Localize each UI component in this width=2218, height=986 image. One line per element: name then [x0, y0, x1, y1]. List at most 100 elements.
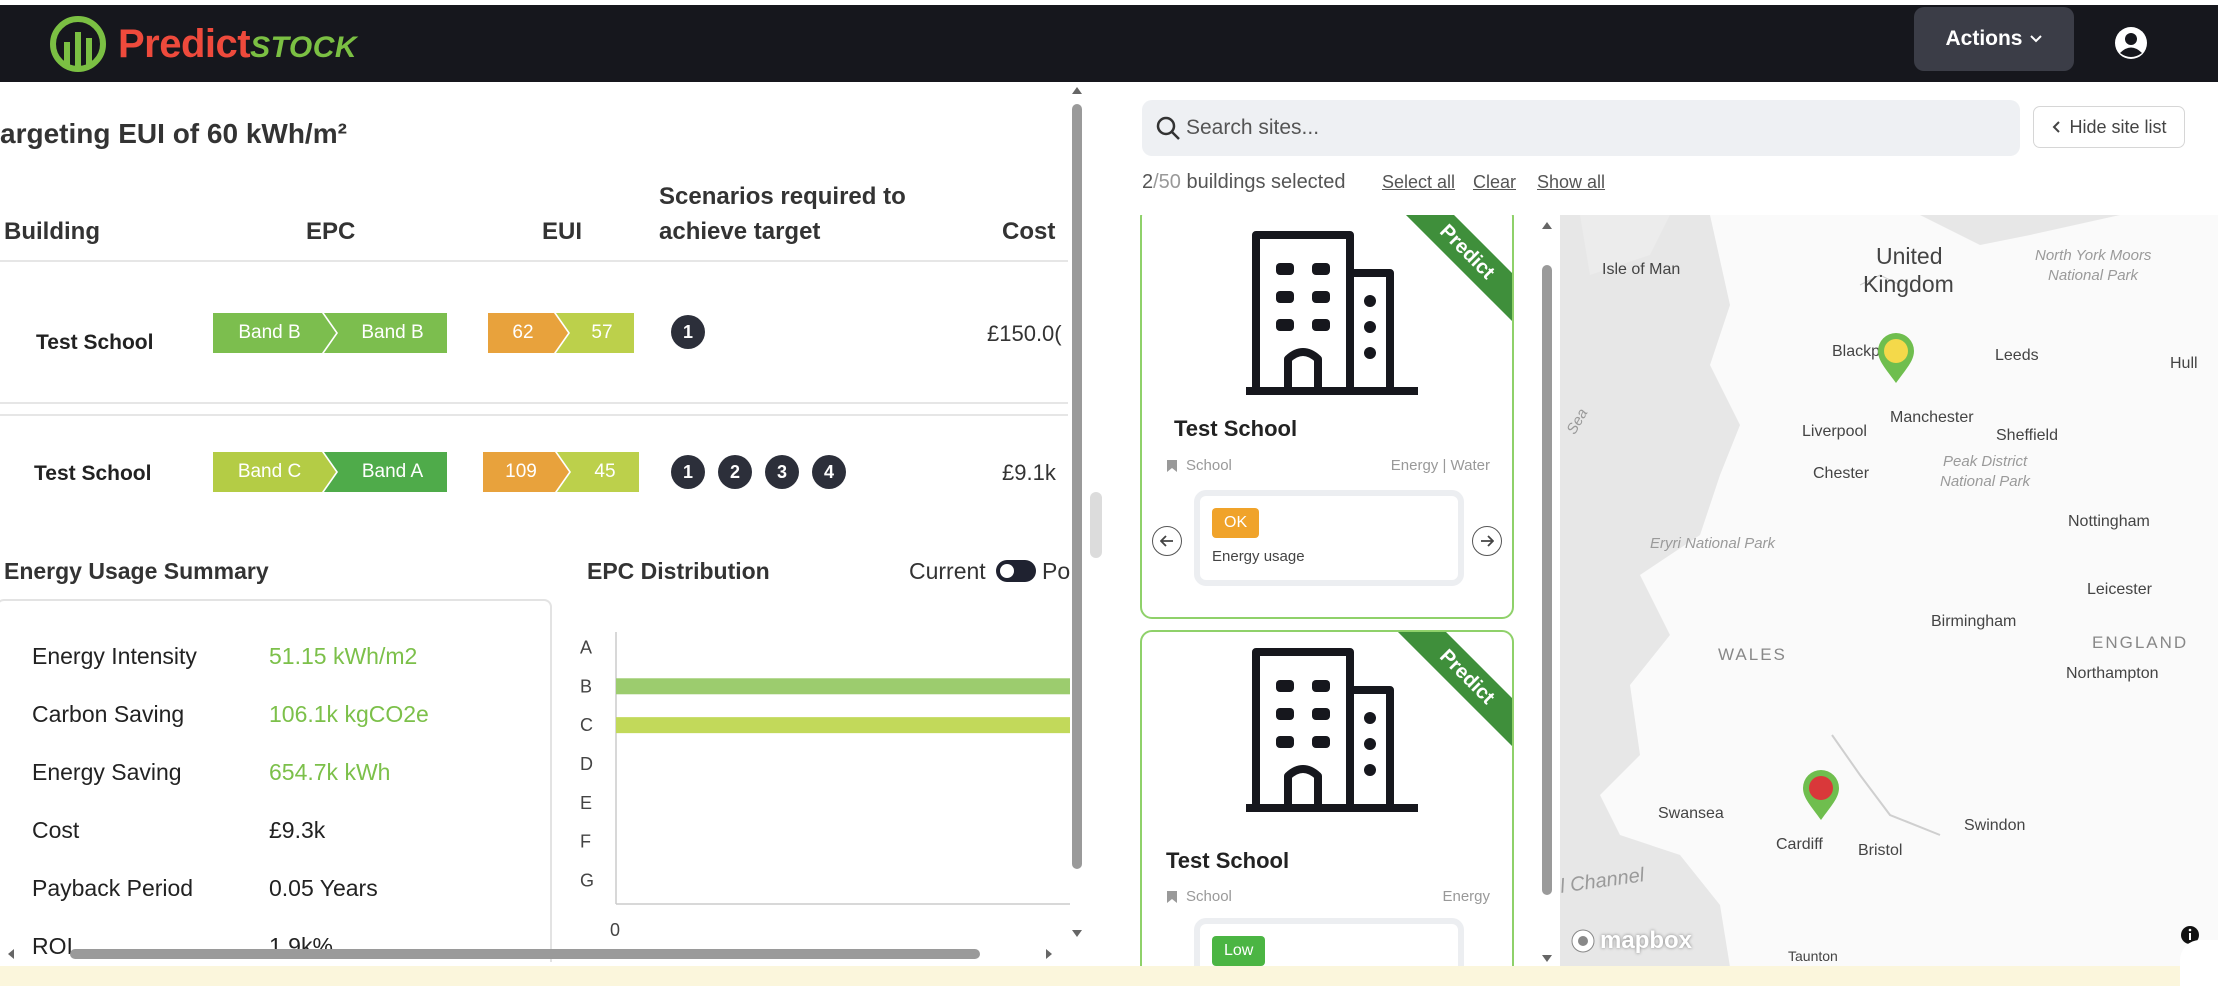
map-label: Swansea: [1658, 805, 1724, 822]
chevron-down-icon: [2029, 35, 2042, 43]
site-search[interactable]: [1142, 100, 2020, 156]
panel-resize-handle[interactable]: [1090, 492, 1102, 558]
map-label: Liverpool: [1802, 423, 1867, 440]
scenario-badge[interactable]: 2: [718, 455, 752, 489]
row1-eui-from: 62: [488, 313, 568, 353]
selection-count: 2/50 buildings selected: [1142, 171, 1346, 193]
card-next-button[interactable]: [1472, 526, 1502, 556]
map-label: Leeds: [1995, 347, 2039, 364]
target-panel: argeting EUI of 60 kWh/m² Building EPC E…: [0, 82, 1072, 962]
map-label: Isle of Man: [1602, 261, 1681, 278]
row2-epc-from: Band C: [213, 452, 336, 492]
arrow-left-icon: [1160, 535, 1173, 547]
map-label: Northampton: [2066, 665, 2159, 682]
row2-epc-to: Band A: [324, 452, 447, 492]
select-all-link[interactable]: Select all: [1382, 172, 1455, 193]
map-label: Bristol: [1858, 842, 1903, 859]
hide-site-list-label: Hide site list: [2069, 116, 2167, 137]
summary-value: 0.05 Years: [269, 875, 378, 901]
col-eui[interactable]: EUI: [542, 218, 582, 246]
scenario-badge[interactable]: 1: [671, 455, 705, 489]
actions-dropdown-button[interactable]: Actions: [1914, 7, 2074, 71]
map-label: Birmingham: [1931, 613, 2017, 630]
current-potential-toggle[interactable]: [996, 560, 1036, 582]
distribution-title: EPC Distribution: [587, 558, 770, 584]
site-card[interactable]: Predict Test School School Energy Low: [1140, 630, 1514, 970]
chart-category-label: G: [580, 871, 594, 891]
help-widget[interactable]: [2180, 940, 2218, 986]
map-label: Sheffield: [1996, 427, 2058, 444]
arrow-right-icon: [1481, 535, 1494, 547]
row1-building-name[interactable]: Test School: [36, 331, 153, 355]
site-list-scrollbar[interactable]: [1538, 215, 1556, 970]
col-scenarios-line2[interactable]: achieve target: [659, 218, 820, 246]
card-title: Test School: [1174, 416, 1298, 441]
site-card-list: Predict Test School School Energy | Wate…: [1120, 215, 1560, 970]
site-map[interactable]: Isle of Man United Kingdom North York Mo…: [1560, 215, 2218, 967]
chart-category-label: C: [580, 715, 593, 735]
map-label: WALES: [1718, 645, 1787, 664]
status-panel: Low: [1194, 918, 1464, 970]
clear-link[interactable]: Clear: [1473, 172, 1516, 193]
map-label: Swindon: [1964, 817, 2026, 834]
chart-bar-c[interactable]: [616, 717, 1070, 734]
map-label: Cardiff: [1776, 836, 1823, 853]
scenario-badge[interactable]: 3: [765, 455, 799, 489]
scenario-badge[interactable]: 4: [812, 455, 846, 489]
bookmark-icon: [1167, 459, 1177, 472]
chart-category-label: A: [580, 637, 592, 657]
map-label: Taunton: [1788, 948, 1838, 964]
left-panel-hscrollbar[interactable]: [0, 945, 1060, 963]
row2-cost: £9.1k: [1002, 460, 1056, 485]
account-icon[interactable]: [2113, 25, 2149, 61]
chart-bar-b[interactable]: [616, 678, 1070, 695]
left-panel-scrollbar[interactable]: [1069, 82, 1085, 942]
col-building[interactable]: Building: [4, 218, 100, 246]
chart-category-label: F: [580, 832, 591, 852]
card-prev-button[interactable]: [1152, 526, 1182, 556]
card-type: School: [1166, 457, 1232, 474]
summary-value: £9.3k: [269, 817, 326, 843]
status-label: Energy usage: [1212, 548, 1305, 565]
map-pin-yellow[interactable]: [1876, 331, 1916, 385]
search-icon: [1156, 116, 1180, 140]
map-label: Manchester: [1890, 409, 1974, 426]
map-label: Hull: [2170, 355, 2198, 372]
mapbox-logo[interactable]: mapbox: [1570, 927, 1692, 955]
col-scenarios-line1[interactable]: Scenarios required to: [659, 183, 906, 211]
epc-distribution-chart: ABCDEFG 0: [580, 632, 1070, 940]
row1-epc-from: Band B: [213, 313, 336, 353]
card-tags: Energy | Water: [1390, 457, 1490, 474]
show-all-link[interactable]: Show all: [1537, 172, 1605, 193]
hide-site-list-button[interactable]: Hide site list: [2033, 106, 2185, 148]
map-label: National Park: [1940, 473, 2031, 490]
row2-epc-chevron: Band C Band A: [213, 452, 447, 492]
map-pin-red[interactable]: [1801, 768, 1841, 822]
site-card[interactable]: Predict Test School School Energy | Wate…: [1140, 215, 1514, 619]
map-label: North York Moors: [2035, 247, 2152, 264]
row1-eui-chevron: 62 57: [488, 313, 634, 353]
col-epc[interactable]: EPC: [306, 218, 355, 246]
summary-value: 51.15 kWh/m2: [269, 643, 418, 669]
row1-scenarios: 1: [671, 315, 705, 349]
row1-epc-to: Band B: [324, 313, 447, 353]
row2-building-name[interactable]: Test School: [34, 462, 151, 486]
map-label: Kingdom: [1863, 271, 1954, 297]
row2-scenarios: 1 2 3 4: [671, 455, 846, 489]
status-badge: OK: [1212, 508, 1260, 538]
row-divider: [0, 414, 1068, 416]
app-logo[interactable]: PredictSTOCK: [48, 13, 357, 75]
logo-mark-icon: [50, 16, 106, 72]
map-label: United: [1876, 243, 1943, 269]
col-cost[interactable]: Cost: [1002, 218, 1055, 246]
mapbox-mark-icon: [1571, 929, 1595, 953]
map-label: ENGLAND: [2092, 633, 2189, 652]
summary-label: Cost: [32, 817, 80, 843]
scenario-badge[interactable]: 1: [671, 315, 705, 349]
search-input[interactable]: [1186, 108, 1986, 148]
building-icon: [1246, 648, 1418, 812]
status-badge: Low: [1212, 936, 1266, 966]
bottom-banner: [0, 966, 2218, 986]
actions-label: Actions: [1945, 27, 2023, 50]
summary-label: Carbon Saving: [32, 701, 185, 727]
